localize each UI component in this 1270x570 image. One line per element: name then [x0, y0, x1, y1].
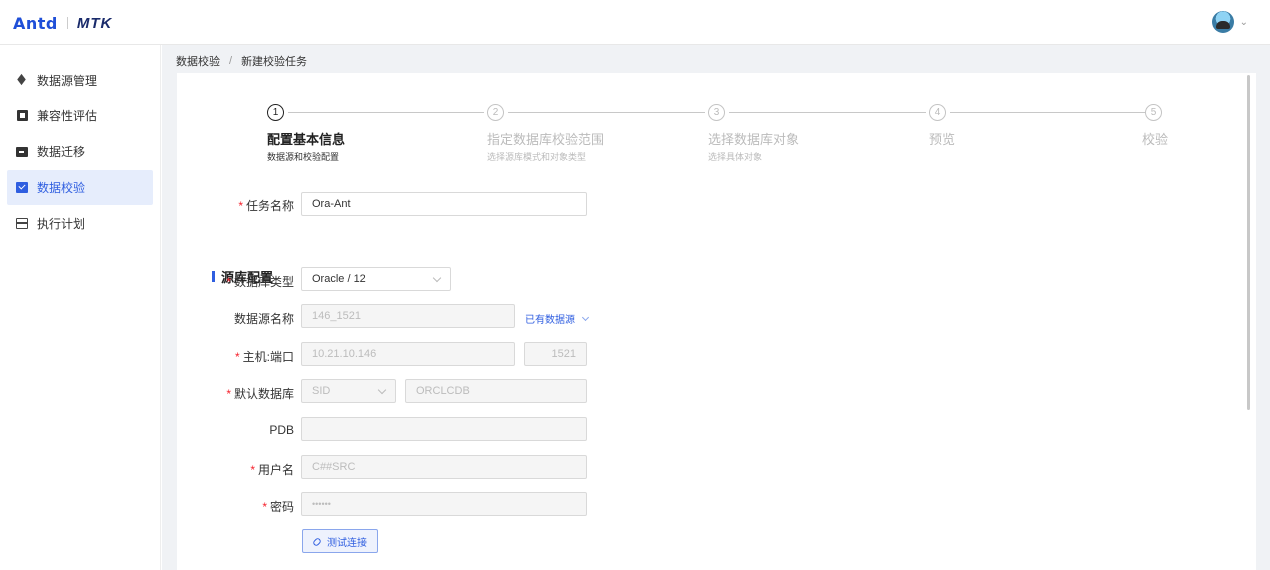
step-1-desc: 数据源和校验配置 [267, 152, 340, 162]
sidebar-item-label: 执行计划 [37, 217, 86, 231]
user-menu[interactable]: ⌄ [1211, 11, 1248, 33]
sidebar-item-label: 数据迁移 [37, 145, 86, 159]
db-type-select[interactable]: Oracle / 12 [301, 267, 451, 291]
db-type-label: * 数据库类型 [226, 275, 294, 289]
username-label: * 用户名 [250, 463, 294, 477]
host-port-label: * 主机:端口 [234, 350, 294, 364]
form-card: 1 配置基本信息 数据源和校验配置 2 指定数据库校验范围 选择源库模式和对象类… [177, 73, 1256, 570]
default-db-input[interactable]: ORCLCDB [405, 379, 587, 403]
step-3-desc: 选择具体对象 [708, 152, 763, 162]
port-input[interactable]: 1521 [524, 342, 587, 366]
db-identifier-type-select[interactable]: SID [301, 379, 396, 403]
step-5-title: 校验 [1142, 132, 1169, 147]
avatar[interactable] [1211, 11, 1234, 33]
sidebar-item-datasource[interactable]: 数据源管理 [7, 63, 153, 98]
datasource-name-label: 数据源名称 [233, 312, 294, 326]
step-3-circle: 3 [708, 104, 725, 121]
breadcrumb-item-parent[interactable]: 数据校验 [176, 53, 220, 69]
link-icon [313, 537, 322, 546]
step-1-title: 配置基本信息 [267, 132, 346, 147]
chevron-down-icon [432, 273, 442, 283]
logo-primary: Antd [13, 13, 58, 33]
sidebar: 数据源管理 兼容性评估 数据迁移 数据校验 执行计划 [0, 45, 161, 570]
step-4-title: 预览 [929, 132, 956, 147]
verify-icon [16, 182, 28, 194]
migrate-folder-icon [16, 146, 28, 158]
host-input[interactable]: 10.21.10.146 [301, 342, 515, 366]
sidebar-item-label: 数据源管理 [37, 74, 98, 88]
main-content: 数据校验 / 新建校验任务 1 配置基本信息 数据源和校验配置 2 指定数据库校… [162, 45, 1270, 570]
test-connection-button[interactable]: 测试连接 [302, 529, 378, 553]
password-input[interactable]: •••••• [301, 492, 587, 516]
sidebar-item-label: 兼容性评估 [37, 109, 98, 123]
chevron-down-icon[interactable]: ⌄ [1240, 17, 1248, 28]
step-connector [950, 112, 1146, 113]
step-5-circle: 5 [1145, 104, 1162, 121]
sidebar-item-migration[interactable]: 数据迁移 [7, 134, 153, 169]
pdb-input[interactable] [301, 417, 587, 441]
username-input[interactable]: C##SRC [301, 455, 587, 479]
app-logo[interactable]: Antd MTK [13, 13, 112, 33]
calendar-icon [16, 218, 28, 230]
breadcrumb-separator: / [229, 55, 233, 67]
step-connector [508, 112, 705, 113]
datasource-name-input[interactable]: 146_1521 [301, 304, 515, 328]
sidebar-item-verification[interactable]: 数据校验 [7, 170, 153, 205]
assessment-icon [16, 110, 28, 122]
task-name-input[interactable]: Ora-Ant [301, 192, 587, 216]
sidebar-item-compatibility[interactable]: 兼容性评估 [7, 98, 153, 133]
step-connector [288, 112, 484, 113]
step-2-circle: 2 [487, 104, 504, 121]
chevron-down-icon [581, 313, 590, 321]
default-db-label: * 默认数据库 [226, 387, 294, 401]
password-label: * 密码 [262, 500, 294, 514]
breadcrumb: 数据校验 / 新建校验任务 [176, 53, 307, 69]
step-2-title: 指定数据库校验范围 [487, 132, 605, 147]
step-4-circle: 4 [929, 104, 946, 121]
step-1-circle: 1 [267, 104, 284, 121]
layers-icon [16, 75, 28, 87]
pdb-label: PDB [269, 423, 294, 437]
logo-divider [66, 17, 68, 29]
task-name-label: * 任务名称 [238, 199, 294, 213]
scrollbar[interactable] [1247, 75, 1250, 410]
chevron-down-icon [377, 385, 387, 395]
existing-datasource-link[interactable]: 已有数据源 [525, 311, 590, 326]
sidebar-item-schedule[interactable]: 执行计划 [7, 206, 153, 241]
sidebar-item-label: 数据校验 [37, 181, 86, 195]
logo-secondary: MTK [76, 14, 113, 32]
step-2-desc: 选择源库模式和对象类型 [487, 152, 587, 162]
breadcrumb-item-current: 新建校验任务 [241, 56, 308, 68]
step-3-title: 选择数据库对象 [708, 132, 800, 147]
app-header: Antd MTK ⌄ [0, 0, 1270, 45]
step-connector [729, 112, 926, 113]
